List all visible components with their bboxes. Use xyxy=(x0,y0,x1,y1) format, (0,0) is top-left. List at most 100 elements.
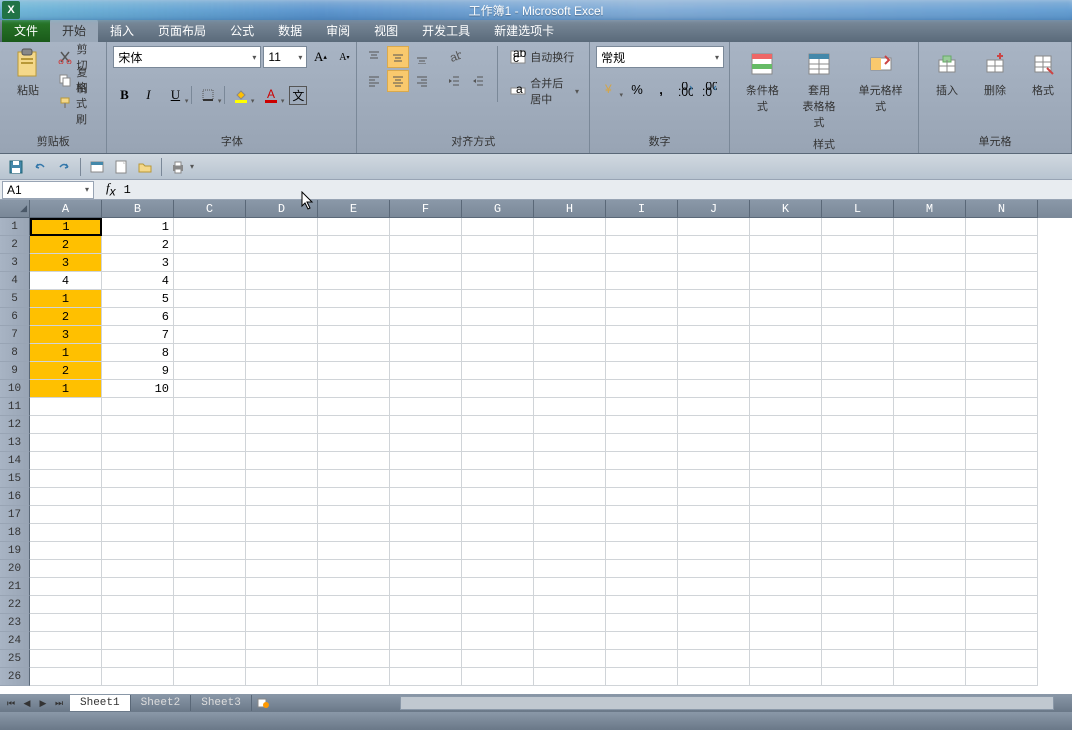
cell-N7[interactable] xyxy=(966,326,1038,344)
align-right-button[interactable] xyxy=(411,70,433,92)
cell-L4[interactable] xyxy=(822,272,894,290)
cell-D18[interactable] xyxy=(246,524,318,542)
cell-D11[interactable] xyxy=(246,398,318,416)
fx-icon[interactable]: fx xyxy=(106,180,116,199)
merge-center-button[interactable]: a合并后居中▾ xyxy=(506,80,583,102)
cell-F3[interactable] xyxy=(390,254,462,272)
cell-N12[interactable] xyxy=(966,416,1038,434)
cell-B16[interactable] xyxy=(102,488,174,506)
cell-K26[interactable] xyxy=(750,668,822,686)
cell-F13[interactable] xyxy=(390,434,462,452)
cell-M24[interactable] xyxy=(894,632,966,650)
cell-E20[interactable] xyxy=(318,560,390,578)
cell-E8[interactable] xyxy=(318,344,390,362)
cell-C5[interactable] xyxy=(174,290,246,308)
cell-A9[interactable]: 2 xyxy=(30,362,102,380)
border-button[interactable] xyxy=(194,84,222,106)
cell-E17[interactable] xyxy=(318,506,390,524)
cell-G24[interactable] xyxy=(462,632,534,650)
cell-N20[interactable] xyxy=(966,560,1038,578)
cell-J7[interactable] xyxy=(678,326,750,344)
cell-L5[interactable] xyxy=(822,290,894,308)
cell-L18[interactable] xyxy=(822,524,894,542)
cell-B6[interactable]: 6 xyxy=(102,308,174,326)
cell-B9[interactable]: 9 xyxy=(102,362,174,380)
cell-styles-button[interactable]: 单元格样式 xyxy=(849,46,912,116)
cell-H25[interactable] xyxy=(534,650,606,668)
cell-H3[interactable] xyxy=(534,254,606,272)
align-center-button[interactable] xyxy=(387,70,409,92)
cell-A13[interactable] xyxy=(30,434,102,452)
cell-G18[interactable] xyxy=(462,524,534,542)
cell-D7[interactable] xyxy=(246,326,318,344)
cell-B8[interactable]: 8 xyxy=(102,344,174,362)
cell-C13[interactable] xyxy=(174,434,246,452)
cell-E12[interactable] xyxy=(318,416,390,434)
cell-I24[interactable] xyxy=(606,632,678,650)
cell-G21[interactable] xyxy=(462,578,534,596)
cell-C19[interactable] xyxy=(174,542,246,560)
cell-C10[interactable] xyxy=(174,380,246,398)
cell-N15[interactable] xyxy=(966,470,1038,488)
row-header-23[interactable]: 23 xyxy=(0,614,30,632)
cell-A11[interactable] xyxy=(30,398,102,416)
sheet-first-button[interactable]: ⏮ xyxy=(4,696,18,710)
col-header-K[interactable]: K xyxy=(750,200,822,218)
cell-G12[interactable] xyxy=(462,416,534,434)
cell-K25[interactable] xyxy=(750,650,822,668)
cell-E13[interactable] xyxy=(318,434,390,452)
cell-E26[interactable] xyxy=(318,668,390,686)
cell-G16[interactable] xyxy=(462,488,534,506)
cell-G25[interactable] xyxy=(462,650,534,668)
cell-H9[interactable] xyxy=(534,362,606,380)
cell-K13[interactable] xyxy=(750,434,822,452)
cell-C11[interactable] xyxy=(174,398,246,416)
cell-D20[interactable] xyxy=(246,560,318,578)
cell-N26[interactable] xyxy=(966,668,1038,686)
cell-C12[interactable] xyxy=(174,416,246,434)
col-header-E[interactable]: E xyxy=(318,200,390,218)
cell-A21[interactable] xyxy=(30,578,102,596)
orientation-button[interactable]: ab xyxy=(443,46,465,68)
cell-G9[interactable] xyxy=(462,362,534,380)
align-left-button[interactable] xyxy=(363,70,385,92)
cell-H14[interactable] xyxy=(534,452,606,470)
cell-N11[interactable] xyxy=(966,398,1038,416)
cell-F18[interactable] xyxy=(390,524,462,542)
cell-M17[interactable] xyxy=(894,506,966,524)
cell-J16[interactable] xyxy=(678,488,750,506)
cell-L22[interactable] xyxy=(822,596,894,614)
cell-D25[interactable] xyxy=(246,650,318,668)
cell-F17[interactable] xyxy=(390,506,462,524)
cell-K2[interactable] xyxy=(750,236,822,254)
format-painter-button[interactable]: 格式刷 xyxy=(54,92,100,114)
cell-M10[interactable] xyxy=(894,380,966,398)
cell-C8[interactable] xyxy=(174,344,246,362)
tab-审阅[interactable]: 审阅 xyxy=(314,19,362,42)
row-header-16[interactable]: 16 xyxy=(0,488,30,506)
select-all-corner[interactable] xyxy=(0,200,30,218)
cell-A7[interactable]: 3 xyxy=(30,326,102,344)
cell-D8[interactable] xyxy=(246,344,318,362)
cell-A19[interactable] xyxy=(30,542,102,560)
cell-M19[interactable] xyxy=(894,542,966,560)
cell-J6[interactable] xyxy=(678,308,750,326)
cell-M1[interactable] xyxy=(894,218,966,236)
row-header-18[interactable]: 18 xyxy=(0,524,30,542)
cell-N25[interactable] xyxy=(966,650,1038,668)
col-header-L[interactable]: L xyxy=(822,200,894,218)
cell-I21[interactable] xyxy=(606,578,678,596)
cell-B15[interactable] xyxy=(102,470,174,488)
cell-D23[interactable] xyxy=(246,614,318,632)
cell-H17[interactable] xyxy=(534,506,606,524)
cell-K1[interactable] xyxy=(750,218,822,236)
cell-F7[interactable] xyxy=(390,326,462,344)
cell-F11[interactable] xyxy=(390,398,462,416)
wrap-text-button[interactable]: abc自动换行 xyxy=(506,46,583,68)
cell-M2[interactable] xyxy=(894,236,966,254)
cell-B14[interactable] xyxy=(102,452,174,470)
sheet-last-button[interactable]: ⏭ xyxy=(52,696,66,710)
cell-H8[interactable] xyxy=(534,344,606,362)
increase-indent-button[interactable] xyxy=(467,70,489,92)
cell-K3[interactable] xyxy=(750,254,822,272)
